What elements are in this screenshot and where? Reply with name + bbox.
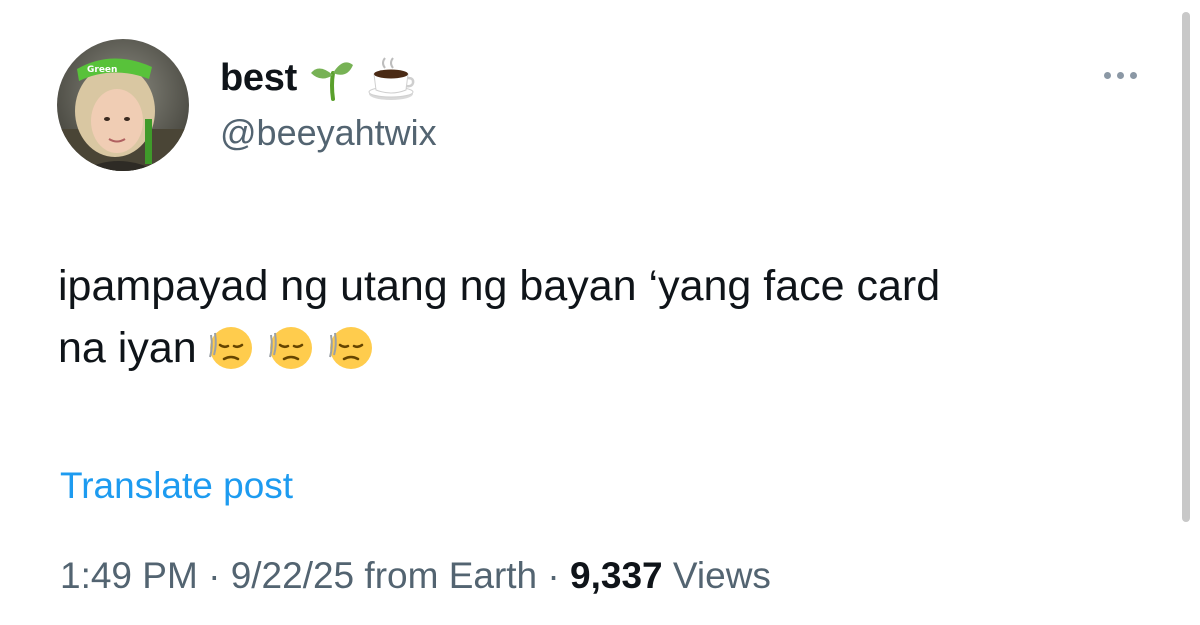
pensive-face-icon — [208, 326, 252, 369]
post-date[interactable]: 9/22/25 — [231, 555, 354, 596]
more-dot-icon — [1116, 71, 1124, 79]
post-text-line-1: ipampayad ng utang ng bayan ‘yang face c… — [58, 262, 941, 310]
avatar-photo: Green — [57, 39, 189, 171]
more-options-button[interactable] — [1090, 60, 1150, 90]
post-location: from Earth — [364, 555, 538, 596]
emoji-row — [207, 323, 375, 371]
more-dot-icon — [1129, 71, 1137, 79]
post-text-line-2: na iyan — [58, 317, 1148, 379]
meta-separator: · — [197, 555, 231, 596]
scrollbar[interactable] — [1182, 12, 1190, 522]
hot-beverage-icon — [367, 54, 415, 102]
more-dot-icon — [1103, 71, 1111, 79]
post-meta: 1:49 PM · 9/22/25 from Earth · 9,337 Vie… — [60, 555, 771, 597]
seedling-icon — [309, 55, 355, 101]
post-text: ipampayad ng utang ng bayan ‘yang face c… — [58, 255, 1148, 379]
post-text-line-2-text: na iyan — [58, 324, 197, 372]
display-name-row: best — [220, 50, 415, 106]
post-time[interactable]: 1:49 PM — [60, 555, 198, 596]
avatar[interactable]: Green — [57, 39, 189, 171]
avatar-badge-text: Green — [87, 65, 117, 75]
translate-post-link[interactable]: Translate post — [60, 465, 293, 507]
meta-separator: · — [537, 555, 571, 596]
user-handle[interactable]: @beeyahtwix — [220, 112, 437, 154]
views-count[interactable]: 9,337 — [570, 555, 663, 596]
pensive-face-icon — [268, 326, 312, 369]
views-label: Views — [672, 555, 771, 596]
pensive-face-icon — [328, 326, 372, 369]
display-name[interactable]: best — [220, 57, 297, 100]
